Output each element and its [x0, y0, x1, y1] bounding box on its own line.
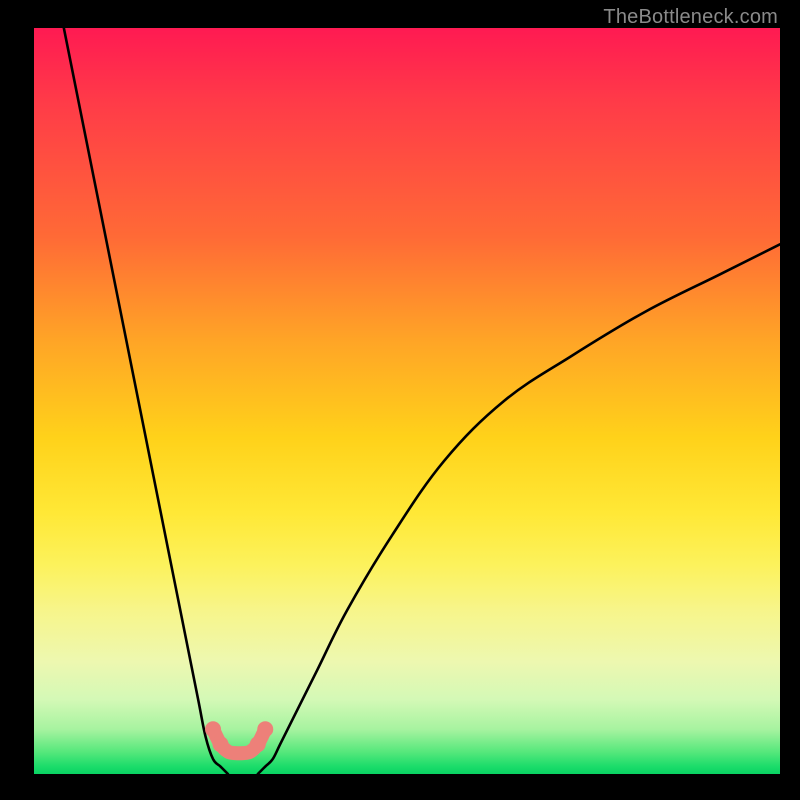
valley-dot	[205, 721, 221, 737]
right-curve-path	[258, 244, 780, 774]
left-curve	[64, 28, 228, 774]
valley-dot	[250, 736, 266, 752]
watermark-text: TheBottleneck.com	[603, 6, 778, 29]
left-curve-path	[64, 28, 228, 774]
valley-floor-path	[213, 729, 265, 753]
valley-dot	[213, 736, 229, 752]
valley-floor	[205, 721, 273, 753]
right-curve	[258, 244, 780, 774]
curve-layer	[34, 28, 780, 774]
chart-frame: TheBottleneck.com	[0, 0, 800, 800]
plot-area	[34, 28, 780, 774]
valley-dot	[257, 721, 273, 737]
